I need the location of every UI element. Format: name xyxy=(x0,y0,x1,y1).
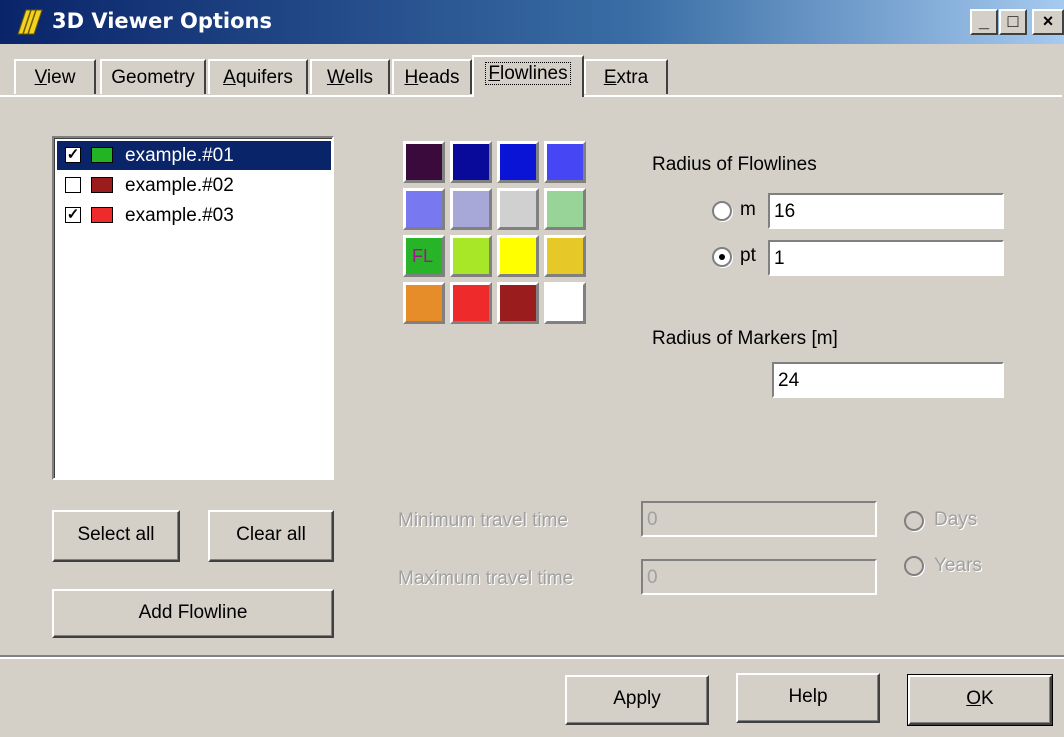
radio-days-label: Days xyxy=(934,509,978,530)
color-swatch xyxy=(91,207,113,223)
palette-selected-label: FL xyxy=(412,246,434,266)
palette-swatch[interactable] xyxy=(403,282,445,324)
palette-swatch[interactable] xyxy=(497,235,539,277)
radio-m-label: m xyxy=(740,199,756,220)
list-item-label: example.#01 xyxy=(125,145,234,166)
minimize-button[interactable]: _ xyxy=(970,9,998,35)
color-swatch xyxy=(91,177,113,193)
checkbox[interactable] xyxy=(65,177,81,193)
radio-days[interactable] xyxy=(904,511,924,531)
palette-swatch[interactable] xyxy=(403,188,445,230)
minimize-icon: _ xyxy=(978,11,989,31)
clear-all-button[interactable]: Clear all xyxy=(208,510,334,562)
radio-pt-label: pt xyxy=(740,245,756,266)
radio-years[interactable] xyxy=(904,556,924,576)
add-flowline-button[interactable]: Add Flowline xyxy=(52,589,334,638)
palette-swatch[interactable]: FL xyxy=(403,235,445,277)
check-icon: ✓ xyxy=(66,206,80,223)
radio-m[interactable] xyxy=(712,201,732,221)
flowline-list[interactable]: ✓ example.#01 example.#02 ✓ example.#03 xyxy=(52,136,334,480)
palette-swatch[interactable] xyxy=(544,188,586,230)
close-button[interactable]: × xyxy=(1032,9,1064,35)
palette-swatch[interactable] xyxy=(544,282,586,324)
palette-swatch[interactable] xyxy=(544,141,586,183)
list-item[interactable]: ✓ example.#01 xyxy=(57,141,331,170)
max-travel-time-label: Maximum travel time xyxy=(398,568,574,589)
separator xyxy=(0,655,1064,659)
title-bar[interactable]: 3D Viewer Options _ □ × xyxy=(0,0,1064,44)
radius-markers-label: Radius of Markers [m] xyxy=(652,328,838,349)
radius-markers-field[interactable]: 24 xyxy=(772,362,1004,398)
radius-pt-field[interactable]: 1 xyxy=(768,240,1004,276)
maximize-button[interactable]: □ xyxy=(999,9,1027,35)
tab-view[interactable]: View xyxy=(14,59,96,94)
radio-years-label: Years xyxy=(934,555,982,576)
min-travel-time-label: Minimum travel time xyxy=(398,510,568,531)
maximize-icon: □ xyxy=(1007,11,1019,31)
palette-swatch[interactable] xyxy=(450,235,492,277)
checkbox[interactable]: ✓ xyxy=(65,207,81,223)
check-icon: ✓ xyxy=(66,146,80,163)
tab-aquifers[interactable]: Aquifers xyxy=(208,59,308,94)
tab-extra[interactable]: Extra xyxy=(584,59,668,94)
list-item[interactable]: ✓ example.#03 xyxy=(57,201,331,230)
palette-swatch[interactable] xyxy=(497,188,539,230)
radio-pt[interactable] xyxy=(712,247,732,267)
max-travel-time-field[interactable]: 0 xyxy=(641,559,877,595)
palette-swatch[interactable] xyxy=(403,141,445,183)
tab-geometry[interactable]: Geometry xyxy=(100,59,206,94)
window-title: 3D Viewer Options xyxy=(52,9,272,33)
palette-swatch[interactable] xyxy=(450,282,492,324)
color-swatch xyxy=(91,147,113,163)
palette-swatch[interactable] xyxy=(544,235,586,277)
apply-button[interactable]: Apply xyxy=(565,675,709,725)
checkbox[interactable]: ✓ xyxy=(65,147,81,163)
list-item-label: example.#02 xyxy=(125,175,234,196)
tab-strip: View Geometry Aquifers Wells Heads Flowl… xyxy=(0,55,1064,97)
select-all-button[interactable]: Select all xyxy=(52,510,180,562)
app-icon xyxy=(17,9,43,35)
close-icon: × xyxy=(1042,11,1054,31)
tab-wells[interactable]: Wells xyxy=(310,59,390,94)
palette-swatch[interactable] xyxy=(497,141,539,183)
tab-heads[interactable]: Heads xyxy=(392,59,472,94)
list-item-label: example.#03 xyxy=(125,205,234,226)
tab-flowlines[interactable]: Flowlines xyxy=(472,55,584,97)
min-travel-time-field[interactable]: 0 xyxy=(641,501,877,537)
palette-swatch[interactable] xyxy=(450,188,492,230)
palette-swatch[interactable] xyxy=(497,282,539,324)
palette-swatch[interactable] xyxy=(450,141,492,183)
ok-button[interactable]: OK xyxy=(907,674,1053,726)
help-button[interactable]: Help xyxy=(736,673,880,723)
radius-m-field[interactable]: 16 xyxy=(768,193,1004,229)
radius-flowlines-label: Radius of Flowlines xyxy=(652,154,817,175)
list-item[interactable]: example.#02 xyxy=(57,171,331,200)
